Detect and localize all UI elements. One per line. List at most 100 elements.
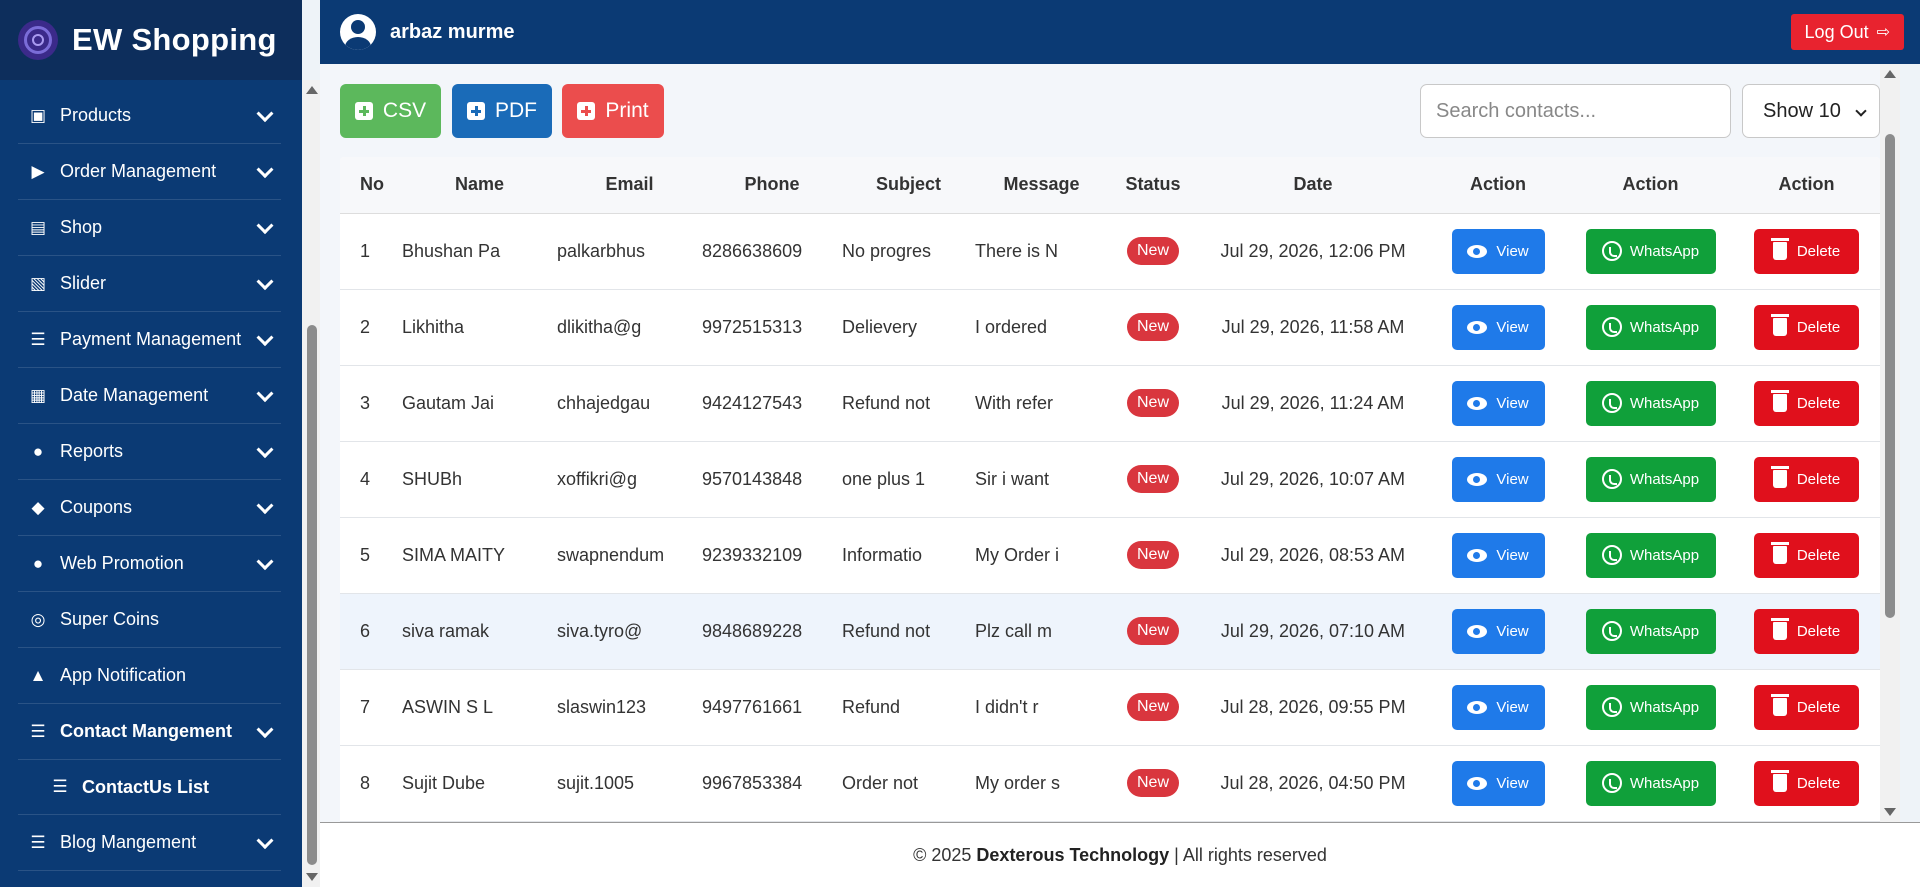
view-button[interactable]: View: [1451, 760, 1545, 806]
sidebar-item-contact-mangement[interactable]: ☰ Contact Mangement: [18, 704, 281, 760]
sidebar-item-app-notification[interactable]: ▲ App Notification: [18, 648, 281, 704]
search-input[interactable]: [1420, 84, 1731, 138]
cell-action: View: [1428, 745, 1568, 821]
sidebar-item-slider[interactable]: ▧ Slider: [18, 256, 281, 312]
whatsapp-button-label: WhatsApp: [1629, 242, 1700, 260]
view-button[interactable]: View: [1451, 304, 1545, 350]
whatsapp-button[interactable]: WhatsApp: [1585, 228, 1716, 274]
scroll-up-arrow-icon[interactable]: [1884, 70, 1896, 78]
column-header: Action: [1733, 157, 1880, 214]
view-button-label: View: [1496, 774, 1529, 792]
sidebar-item-products[interactable]: ▣ Products: [18, 88, 281, 144]
cell-message: I ordered: [975, 316, 1048, 337]
cell-name: Likhitha: [402, 316, 465, 337]
column-header: No: [340, 157, 402, 214]
delete-button[interactable]: Delete: [1754, 760, 1859, 806]
scroll-up-arrow-icon[interactable]: [306, 86, 318, 94]
whatsapp-button[interactable]: WhatsApp: [1585, 380, 1716, 426]
view-button[interactable]: View: [1451, 608, 1545, 654]
whatsapp-button[interactable]: WhatsApp: [1585, 304, 1716, 350]
chevron-down-icon[interactable]: [256, 552, 274, 570]
cell-message: With refer: [975, 392, 1054, 413]
sidebar-item-label: Payment Management: [60, 329, 242, 349]
brand[interactable]: EW Shopping: [0, 0, 302, 80]
plus-square-icon: [467, 102, 485, 120]
sidebar-item-label: ContactUs List: [82, 776, 210, 797]
delete-button[interactable]: Delete: [1754, 304, 1859, 350]
cell-action: View: [1428, 289, 1568, 365]
view-button[interactable]: View: [1451, 684, 1545, 730]
cell-email: siva.tyro@: [557, 620, 643, 641]
cell-email: chhajedgau: [557, 392, 651, 413]
chevron-down-icon[interactable]: [256, 831, 274, 849]
sidebar-item-label: Order Management: [60, 161, 217, 181]
sidebar-item-shop[interactable]: ▤ Shop: [18, 200, 281, 256]
cell-name: Sujit Dube: [402, 772, 486, 793]
chevron-down-icon[interactable]: [256, 328, 274, 346]
status-badge: New: [1126, 617, 1179, 645]
sidebar-scroll-thumb[interactable]: [307, 325, 317, 865]
chevron-down-icon[interactable]: [256, 272, 274, 290]
chevron-down-icon[interactable]: [256, 160, 274, 178]
layers-icon: ☰: [52, 777, 68, 796]
plus-square-icon: [577, 102, 596, 120]
footer-company[interactable]: Dexterous Technology: [976, 845, 1169, 866]
user-avatar-icon[interactable]: [340, 14, 376, 50]
chevron-down-icon[interactable]: [256, 496, 274, 514]
logout-button[interactable]: Log Out ⇨: [1790, 14, 1904, 50]
view-button[interactable]: View: [1451, 456, 1545, 502]
sidebar-item-web-promotion[interactable]: ● Web Promotion: [18, 536, 281, 592]
delete-button[interactable]: Delete: [1754, 380, 1859, 426]
delete-button[interactable]: Delete: [1754, 456, 1859, 502]
view-button-label: View: [1496, 698, 1529, 716]
content-scroll-thumb[interactable]: [1885, 134, 1895, 618]
chevron-down-icon[interactable]: [256, 216, 274, 234]
delete-button[interactable]: Delete: [1754, 228, 1859, 274]
scroll-down-arrow-icon[interactable]: [1884, 808, 1896, 816]
view-button[interactable]: View: [1451, 228, 1545, 274]
chevron-down-icon[interactable]: [256, 384, 274, 402]
whatsapp-button[interactable]: WhatsApp: [1585, 456, 1716, 502]
view-button[interactable]: View: [1451, 532, 1545, 578]
layers-icon: ☰: [30, 329, 46, 349]
column-header: Action: [1428, 157, 1568, 214]
sidebar-item-blog-mangement[interactable]: ☰ Blog Mangement: [18, 815, 281, 871]
delete-button[interactable]: Delete: [1754, 608, 1859, 654]
column-header: Phone: [702, 157, 842, 214]
delete-button[interactable]: Delete: [1754, 532, 1859, 578]
column-header: Message: [975, 157, 1108, 214]
delete-button[interactable]: Delete: [1754, 684, 1859, 730]
chevron-down-icon[interactable]: [256, 440, 274, 458]
sidebar-item-super-coins[interactable]: ◎ Super Coins: [18, 592, 281, 648]
chevron-down-icon[interactable]: [256, 104, 274, 122]
sidebar-item-reports[interactable]: ● Reports: [18, 424, 281, 480]
whatsapp-button[interactable]: WhatsApp: [1585, 532, 1716, 578]
sidebar-item-coupons[interactable]: ◆ Coupons: [18, 480, 281, 536]
scroll-down-arrow-icon[interactable]: [306, 873, 318, 881]
whatsapp-button[interactable]: WhatsApp: [1585, 608, 1716, 654]
cell-email: dlikitha@g: [557, 316, 642, 337]
view-button[interactable]: View: [1451, 380, 1545, 426]
whatsapp-button[interactable]: WhatsApp: [1585, 760, 1716, 806]
status-badge: New: [1126, 389, 1179, 417]
sidebar-item-order-management[interactable]: ▶ Order Management: [18, 144, 281, 200]
content-scrollbar[interactable]: [1880, 64, 1900, 822]
status-badge: New: [1126, 313, 1179, 341]
cell-email: sujit.1005: [557, 772, 635, 793]
whatsapp-button[interactable]: WhatsApp: [1585, 684, 1716, 730]
whatsapp-icon: [1601, 697, 1622, 717]
print-button[interactable]: Print: [562, 84, 664, 138]
sidebar-item-contactus-list[interactable]: ☰ ContactUs List: [18, 760, 281, 815]
sidebar-item-label: Products: [60, 105, 132, 125]
csv-button[interactable]: CSV: [340, 84, 441, 138]
delete-button-label: Delete: [1796, 242, 1841, 260]
sidebar-item-label: Slider: [60, 273, 107, 293]
page-size-select[interactable]: Show 10: [1742, 84, 1880, 138]
chevron-down-icon[interactable]: [256, 720, 274, 738]
pdf-button[interactable]: PDF: [452, 84, 552, 138]
sidebar-item-payment-management[interactable]: ☰ Payment Management: [18, 312, 281, 368]
trash-icon: [1770, 238, 1789, 260]
sidebar-item-date-management[interactable]: ▦ Date Management: [18, 368, 281, 424]
sidebar-scrollbar[interactable]: [302, 80, 322, 887]
cell-email: swapnendum: [557, 544, 665, 565]
